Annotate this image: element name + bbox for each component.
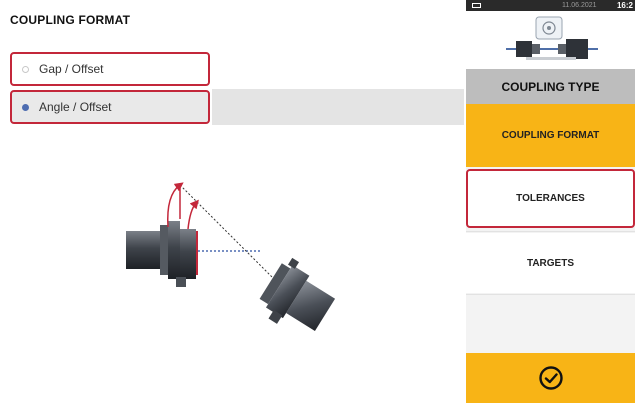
option-gap-offset[interactable]: Gap / Offset [10,52,210,86]
machine-train-icon [506,16,598,60]
machine-thumbnail[interactable] [466,11,635,69]
option-angle-offset[interactable]: Angle / Offset [10,90,210,124]
menu-coupling-type[interactable]: COUPLING TYPE [466,69,635,104]
menu-targets[interactable]: TARGETS [466,233,635,293]
sidebar: 11.06.2021 16:2 COUPLING TYPE COUPLING F… [466,0,635,403]
menu-coupling-format[interactable]: COUPLING FORMAT [466,104,635,167]
check-circle-icon [538,366,563,390]
main-panel: COUPLING FORMAT Gap / Offset Angle / Off… [0,0,464,403]
left-shaft [126,221,198,287]
status-date: 11.06.2021 [562,2,597,9]
menu-divider [466,294,635,295]
angle-arc-outer [167,182,184,228]
radio-angle-offset[interactable] [22,103,29,111]
option-angle-offset-label: Angle / Offset [39,100,112,114]
radio-gap-offset[interactable] [22,65,29,73]
menu-tolerances[interactable]: TOLERANCES [466,169,635,228]
angle-arc-inner [187,199,199,230]
confirm-button[interactable] [466,353,635,403]
selected-option-highlight [212,89,464,125]
menu-divider [466,231,635,232]
angle-offset-diagram [126,182,336,332]
right-shaft [259,257,336,332]
page-title: COUPLING FORMAT [10,13,131,27]
option-gap-offset-label: Gap / Offset [39,62,104,76]
status-bar: 11.06.2021 16:2 [466,0,635,11]
menu-empty-slot [466,296,635,351]
battery-icon [472,3,481,8]
status-time: 16:2 [616,1,633,10]
